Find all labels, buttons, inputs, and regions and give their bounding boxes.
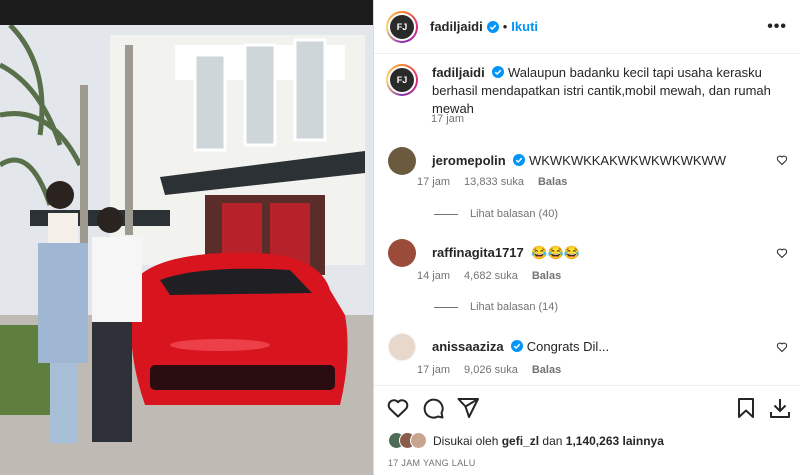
caption-time: 17 jam xyxy=(431,113,465,125)
comment-likes[interactable]: 4,682 suka xyxy=(464,270,518,282)
liker-avatar[interactable] xyxy=(410,432,427,449)
save-bookmark-icon[interactable] xyxy=(734,396,758,420)
comment-meta: 17 jam 9,026 suka Balas xyxy=(417,364,561,376)
likes-suffix[interactable]: lainnya xyxy=(623,434,664,448)
comment-avatar[interactable] xyxy=(388,239,416,267)
verified-icon xyxy=(492,66,505,78)
likes-middle: dan xyxy=(542,433,563,448)
share-paper-plane-icon[interactable] xyxy=(456,396,480,420)
like-heart-icon[interactable] xyxy=(386,396,410,420)
comment-item: anissaaziza Congrats Dil... xyxy=(388,333,788,361)
author-avatar-image: FJ xyxy=(390,14,414,39)
separator-dot: • xyxy=(502,19,508,34)
likes-count[interactable]: 1,140,263 xyxy=(566,434,619,448)
post-action-bar xyxy=(374,385,800,429)
verified-icon xyxy=(486,20,499,33)
likes-prefix: Disukai oleh xyxy=(433,433,499,448)
comment-username[interactable]: raffinagita1717 xyxy=(432,245,524,260)
comment-time: 17 jam xyxy=(417,176,451,188)
comment-likes[interactable]: 9,026 suka xyxy=(464,364,518,376)
view-replies-button[interactable]: Lihat balasan (40) xyxy=(434,208,558,220)
view-replies-label: Lihat balasan (40) xyxy=(470,208,559,220)
comment-item: raffinagita1717 😂😂😂 xyxy=(388,239,788,267)
comment-meta: 14 jam 4,682 suka Balas xyxy=(417,270,561,282)
like-comment-heart-icon[interactable] xyxy=(776,341,788,353)
comment-bubble-icon[interactable] xyxy=(421,396,445,420)
verified-icon xyxy=(513,154,526,166)
caption-avatar-image: FJ xyxy=(390,68,414,92)
more-options-icon[interactable]: ••• xyxy=(767,18,787,36)
liker-username[interactable]: gefi_zl xyxy=(502,434,539,448)
post-date[interactable]: 17 JAM YANG LALU xyxy=(388,458,476,468)
like-comment-heart-icon[interactable] xyxy=(776,247,788,259)
comment-time: 17 jam xyxy=(417,364,451,376)
comment-username[interactable]: jeromepolin xyxy=(432,153,506,168)
comment-text: WKWKWKKAKWKWKWKWKWW xyxy=(528,153,727,168)
view-replies-label: Lihat balasan (14) xyxy=(470,301,559,313)
comment-item: jeromepolin WKWKWKKAKWKWKWKWKWW xyxy=(388,147,788,175)
author-avatar[interactable]: FJ xyxy=(386,10,418,43)
view-replies-line xyxy=(434,306,458,308)
follow-button[interactable]: Ikuti xyxy=(511,19,538,34)
reply-button[interactable]: Balas xyxy=(532,364,561,376)
view-replies-button[interactable]: Lihat balasan (14) xyxy=(434,301,558,313)
post-panel: FJ fadiljaidi • Ikuti ••• FJ fadiljaidi … xyxy=(373,0,800,475)
comment-likes[interactable]: 13,833 suka xyxy=(464,176,524,188)
comment-avatar[interactable] xyxy=(388,333,416,361)
post-photo xyxy=(0,25,373,475)
comment-text: 😂😂😂 xyxy=(531,245,580,260)
post-header: FJ fadiljaidi • Ikuti ••• xyxy=(374,0,800,54)
comment-text: Congrats Dil... xyxy=(526,339,610,354)
like-comment-heart-icon[interactable] xyxy=(776,154,788,166)
reply-button[interactable]: Balas xyxy=(532,270,561,282)
comment-meta: 17 jam 13,833 suka Balas xyxy=(417,176,567,188)
comment-avatar[interactable] xyxy=(388,147,416,175)
caption-avatar[interactable]: FJ xyxy=(386,64,418,96)
view-replies-line xyxy=(434,213,458,215)
likes-summary: Disukai oleh gefi_zl dan 1,140,263 lainn… xyxy=(388,432,664,449)
comment-time: 14 jam xyxy=(417,270,451,282)
verified-icon xyxy=(511,340,524,352)
reply-button[interactable]: Balas xyxy=(538,176,567,188)
post-caption: FJ fadiljaidi Walaupun badanku kecil tap… xyxy=(386,64,791,118)
caption-username[interactable]: fadiljaidi xyxy=(432,65,485,80)
comment-username[interactable]: anissaaziza xyxy=(432,339,504,354)
download-icon[interactable] xyxy=(768,396,792,420)
author-username[interactable]: fadiljaidi xyxy=(430,19,483,34)
